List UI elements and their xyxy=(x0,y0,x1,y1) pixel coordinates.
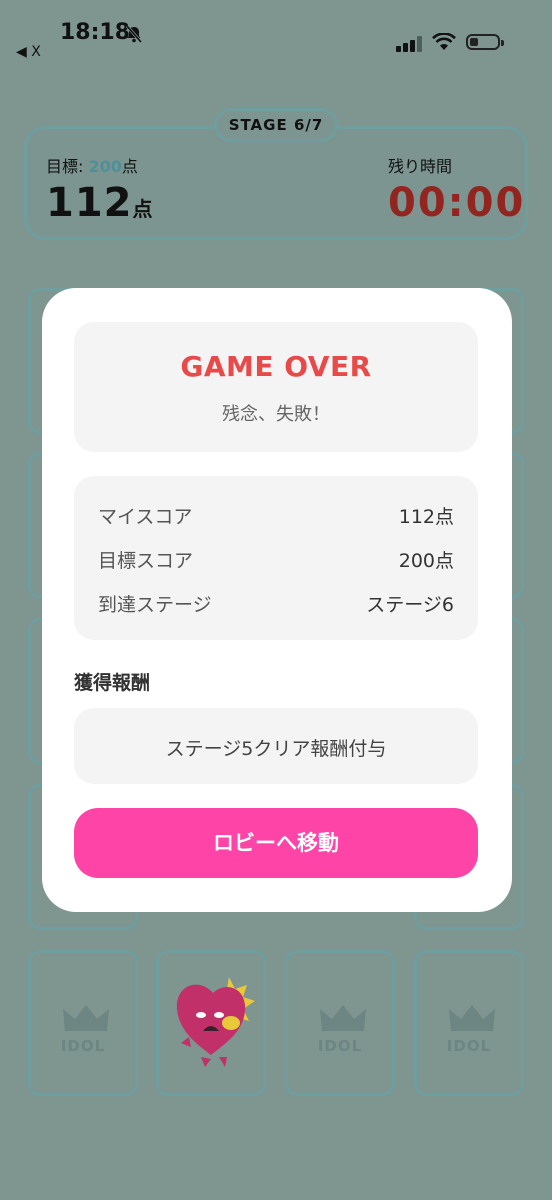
score-summary: マイスコア 112点 目標スコア 200点 到達ステージ ステージ6 xyxy=(74,476,478,640)
crown-icon xyxy=(447,1003,497,1039)
stat-label: マイスコア xyxy=(98,506,193,528)
game-over-modal: GAME OVER 残念、失敗！ マイスコア 112点 目標スコア 200点 到… xyxy=(42,288,512,912)
stat-value: 200点 xyxy=(398,550,454,572)
stat-row-target-score: 目標スコア 200点 xyxy=(98,546,454,576)
reward-heading: 獲得報酬 xyxy=(74,672,151,694)
time-remaining-label: 残り時間 xyxy=(388,157,453,176)
stat-value: ステージ6 xyxy=(366,594,454,616)
stat-label: 到達ステージ xyxy=(98,594,212,616)
stage-badge: STAGE 6/7 xyxy=(214,108,338,142)
card-label: IDOL xyxy=(446,1037,492,1055)
status-time: 18:18 xyxy=(60,20,131,45)
stat-label: 目標スコア xyxy=(98,550,194,572)
wifi-icon xyxy=(432,32,456,55)
status-bar: 18:18 ◀ X xyxy=(0,0,552,70)
game-over-subtitle: 残念、失敗！ xyxy=(222,404,330,425)
time-remaining-value: 00:00 xyxy=(388,180,526,226)
bell-slash-icon xyxy=(124,24,144,48)
go-to-lobby-button[interactable]: ロビーへ移動 xyxy=(74,808,478,878)
target-score-value: 200 xyxy=(88,157,122,176)
stat-row-reached-stage: 到達ステージ ステージ6 xyxy=(98,590,454,620)
target-score-label: 目標: 200点 xyxy=(46,157,138,176)
game-card[interactable]: IDOL xyxy=(28,950,138,1096)
current-score: 112点 xyxy=(46,180,153,226)
reward-box: ステージ5クリア報酬付与 xyxy=(74,708,478,784)
crown-icon xyxy=(318,1003,368,1039)
game-card[interactable]: IDOL xyxy=(285,950,395,1096)
game-card[interactable]: IDOL xyxy=(414,950,524,1096)
card-label: IDOL xyxy=(317,1037,363,1055)
reward-text: ステージ5クリア報酬付与 xyxy=(165,738,387,760)
result-banner: GAME OVER 残念、失敗！ xyxy=(74,322,478,452)
game-card-revealed[interactable] xyxy=(156,950,266,1096)
stat-value: 112点 xyxy=(398,506,454,528)
creature-character-icon xyxy=(169,973,259,1077)
stat-row-my-score: マイスコア 112点 xyxy=(98,502,454,532)
signal-icon xyxy=(396,36,424,56)
crown-icon xyxy=(61,1003,111,1039)
back-to-app-link[interactable]: ◀ X xyxy=(16,44,41,60)
game-over-title: GAME OVER xyxy=(180,350,372,383)
battery-icon xyxy=(466,34,504,50)
card-label: IDOL xyxy=(60,1037,106,1055)
